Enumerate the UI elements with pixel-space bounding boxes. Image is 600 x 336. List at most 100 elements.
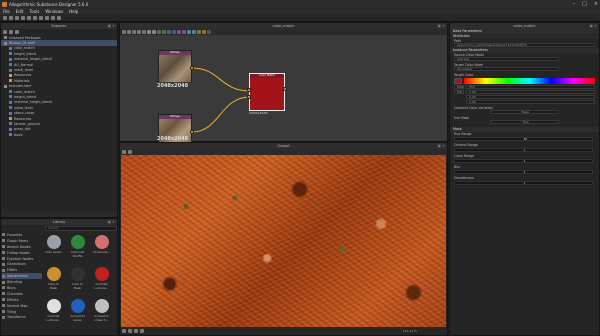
hsl-slider[interactable]: 1.00 xyxy=(466,90,595,94)
output-port[interactable] xyxy=(283,87,287,91)
hsl-mode-button[interactable]: HSL xyxy=(454,90,464,94)
view-options-icon[interactable] xyxy=(122,150,126,154)
save-all-icon[interactable] xyxy=(21,16,25,20)
library-node-item[interactable]: Channels Shuffle xyxy=(69,235,86,258)
node-misc-icon[interactable] xyxy=(207,30,211,34)
graph-tool-icon[interactable] xyxy=(137,30,141,34)
node-values-icon[interactable] xyxy=(202,30,206,34)
hue-value-field[interactable]: 0.00 xyxy=(466,95,595,99)
graph-tool-icon[interactable] xyxy=(152,30,156,34)
save-icon[interactable] xyxy=(15,16,19,20)
graph-tool-icon[interactable] xyxy=(127,30,131,34)
library-node-item[interactable]: Convert to Linear xyxy=(69,299,86,322)
library-node-item[interactable]: Chrominan... xyxy=(93,235,111,254)
new-package-icon[interactable] xyxy=(3,30,7,34)
minimize-icon[interactable]: – xyxy=(573,1,576,7)
graph-icon xyxy=(9,122,12,126)
new-icon[interactable] xyxy=(3,16,7,20)
menu-help[interactable]: Help xyxy=(69,9,78,14)
explorer-item-label: basic xyxy=(14,132,23,137)
graph-tool-icon[interactable] xyxy=(132,30,136,34)
panel-close-icon[interactable]: ▣ ✕ xyxy=(108,23,115,29)
library-node-item[interactable]: Color to Mask xyxy=(69,267,86,290)
open-package-icon[interactable] xyxy=(9,30,13,34)
node-atomic-icon[interactable] xyxy=(167,30,171,34)
explorer-item[interactable]: basic xyxy=(1,132,117,137)
input-port[interactable] xyxy=(247,88,251,92)
save-package-icon[interactable] xyxy=(15,30,19,34)
node-atomic-icon[interactable] xyxy=(172,30,176,34)
node-pixel-icon[interactable] xyxy=(192,30,196,34)
color-match-node[interactable]: Color Match xyxy=(249,73,285,111)
luma-range-slider[interactable]: 1 xyxy=(454,159,593,163)
node-gradient-icon[interactable] xyxy=(162,30,166,34)
graph-tool-icon[interactable] xyxy=(142,30,146,34)
graph-tool-icon[interactable] xyxy=(122,30,126,34)
explorer-tree: Unsaved Packages Ribbon_01.sbs* color_matc… xyxy=(1,35,117,137)
rgb-slider[interactable]: 255 xyxy=(466,85,595,89)
library-close-icon[interactable]: ▣ ✕ xyxy=(108,219,115,225)
library-node-item[interactable]: Convert to Linear S... xyxy=(93,299,110,322)
category-icon xyxy=(2,239,5,243)
undo-icon[interactable] xyxy=(27,16,31,20)
grid-icon[interactable] xyxy=(134,329,138,333)
channel-icon[interactable] xyxy=(128,150,132,154)
explorer-item-label: material_height_blend xyxy=(14,100,52,105)
blur-slider[interactable]: 1 xyxy=(454,170,593,174)
bake-icon[interactable] xyxy=(51,16,55,20)
category-icon xyxy=(2,274,5,278)
use-mask-toggle[interactable]: True xyxy=(490,120,559,124)
output-texture-view[interactable] xyxy=(121,155,446,327)
library-node-item[interactable]: Auto Levels xyxy=(45,235,62,254)
library-node-item[interactable]: Color to Mask xyxy=(45,267,62,290)
saturation-value-field[interactable]: 1.00 xyxy=(466,100,595,104)
redo-icon[interactable] xyxy=(33,16,37,20)
graph-icon xyxy=(9,57,12,61)
fit-icon[interactable] xyxy=(122,329,126,333)
bitmap-node-1[interactable]: Bitmap xyxy=(158,50,192,82)
histogram-icon[interactable] xyxy=(140,329,144,333)
library-search-input[interactable]: Search xyxy=(45,226,117,231)
menu-windows[interactable]: Windows xyxy=(45,9,63,14)
category-icon xyxy=(2,304,5,308)
open-icon[interactable] xyxy=(9,16,13,20)
hue-spectrum[interactable] xyxy=(464,78,595,84)
menu-file[interactable]: File xyxy=(3,9,10,14)
options-icon[interactable] xyxy=(57,16,61,20)
node-fx-icon[interactable] xyxy=(182,30,186,34)
graph-close-icon[interactable]: ▣ ✕ xyxy=(438,23,445,29)
maximize-icon[interactable]: □ xyxy=(582,1,587,7)
node-gradient-icon[interactable] xyxy=(157,30,161,34)
path-field[interactable]: pkg:///color_match?dependency=1271393876 xyxy=(454,43,595,47)
target-color-mode-select[interactable]: Parameter xyxy=(454,67,559,71)
params-close-icon[interactable]: ▣ ✕ xyxy=(590,23,597,29)
library-node-item[interactable]: Contrast Luminos... xyxy=(45,299,62,322)
color-swatch[interactable] xyxy=(454,78,462,84)
category-icon xyxy=(2,298,5,302)
smoothness-slider[interactable]: 1 xyxy=(454,181,593,185)
node-pixel-icon[interactable] xyxy=(187,30,191,34)
close-icon[interactable]: × xyxy=(594,1,598,7)
library-category[interactable]: Transforms xyxy=(2,314,42,320)
chroma-range-slider[interactable]: 1 xyxy=(454,148,593,152)
output-port[interactable] xyxy=(190,130,194,134)
view-icon[interactable] xyxy=(45,16,49,20)
input-port[interactable] xyxy=(247,95,251,99)
node-fx-icon[interactable] xyxy=(177,30,181,34)
menu-tools[interactable]: Tools xyxy=(29,9,39,14)
tile-icon[interactable] xyxy=(128,329,132,333)
category-icon xyxy=(2,268,5,272)
output-close-icon[interactable]: ▣ ✕ xyxy=(438,143,445,149)
combine-variation-toggle[interactable]: False xyxy=(490,110,559,114)
layout-icon[interactable] xyxy=(39,16,43,20)
zoom-readout: 111.11 % xyxy=(402,329,417,333)
source-color-mode-select[interactable]: Average xyxy=(454,57,559,61)
node-values-icon[interactable] xyxy=(197,30,201,34)
rgb-mode-button[interactable]: RGB xyxy=(454,85,464,89)
library-node-item[interactable]: Contrast Luminos... xyxy=(93,267,110,290)
output-port[interactable] xyxy=(190,66,194,70)
hue-range-slider[interactable]: 30 xyxy=(454,137,593,141)
menu-edit[interactable]: Edit xyxy=(16,9,24,14)
graph-tool-icon[interactable] xyxy=(147,30,151,34)
explorer-item-label: Unsaved Packages xyxy=(9,35,41,40)
